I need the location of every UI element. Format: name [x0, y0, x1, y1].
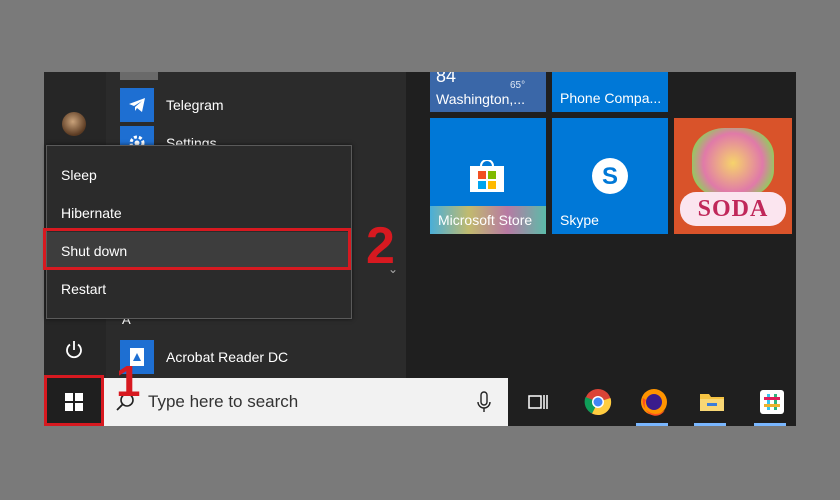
svg-text:S: S	[602, 163, 618, 190]
app-label: Acrobat Reader DC	[166, 349, 289, 365]
search-box[interactable]: Type here to search	[104, 378, 508, 426]
taskbar-active-indicator	[636, 423, 668, 426]
scroll-thumb[interactable]	[120, 72, 158, 80]
app-label: Telegram	[166, 97, 224, 113]
weather-temp-low: 65°	[510, 80, 526, 91]
start-button-highlight	[44, 375, 104, 426]
power-icon[interactable]	[62, 338, 86, 362]
weather-city: Washington,...	[436, 91, 525, 107]
callout-number-two: 2	[366, 217, 395, 275]
candy-art	[692, 128, 774, 198]
phone-tile[interactable]: Phone Compa...	[552, 72, 668, 112]
menu-item-restart[interactable]: Restart	[47, 270, 351, 308]
tile-label: Phone Compa...	[560, 90, 662, 106]
weather-temp: 84	[436, 72, 457, 86]
store-tile[interactable]: Microsoft Store	[430, 118, 546, 234]
callout-number-one: 1	[116, 357, 141, 406]
menu-item-hibernate[interactable]: Hibernate	[47, 194, 351, 232]
telegram-icon	[120, 88, 154, 122]
shut-down-highlight	[43, 228, 351, 270]
microphone-icon[interactable]	[476, 391, 492, 415]
user-avatar[interactable]	[62, 112, 86, 136]
menu-item-sleep[interactable]: Sleep	[47, 156, 351, 194]
weather-tile[interactable]: 84 65° Washington,...	[430, 72, 546, 112]
taskbar-active-indicator	[754, 423, 786, 426]
search-placeholder: Type here to search	[148, 392, 299, 411]
taskbar: Type here to search	[44, 378, 796, 426]
tile-label: Microsoft Store	[438, 212, 533, 228]
list-item-acrobat[interactable]: Acrobat Reader DC	[120, 340, 288, 374]
store-icon	[468, 159, 506, 192]
firefox-icon[interactable]	[638, 386, 670, 418]
taskbar-active-indicator	[694, 423, 726, 426]
skype-icon: S	[590, 156, 630, 196]
task-view-icon[interactable]	[522, 386, 554, 418]
tile-label: Skype	[560, 212, 599, 228]
chrome-icon[interactable]	[582, 386, 614, 418]
file-explorer-icon[interactable]	[696, 386, 728, 418]
candy-logo: SODA	[680, 192, 786, 226]
candy-crush-tile[interactable]: SODA	[674, 118, 792, 234]
slack-icon[interactable]	[756, 386, 788, 418]
list-item-telegram[interactable]: Telegram	[120, 88, 224, 122]
skype-tile[interactable]: S Skype	[552, 118, 668, 234]
